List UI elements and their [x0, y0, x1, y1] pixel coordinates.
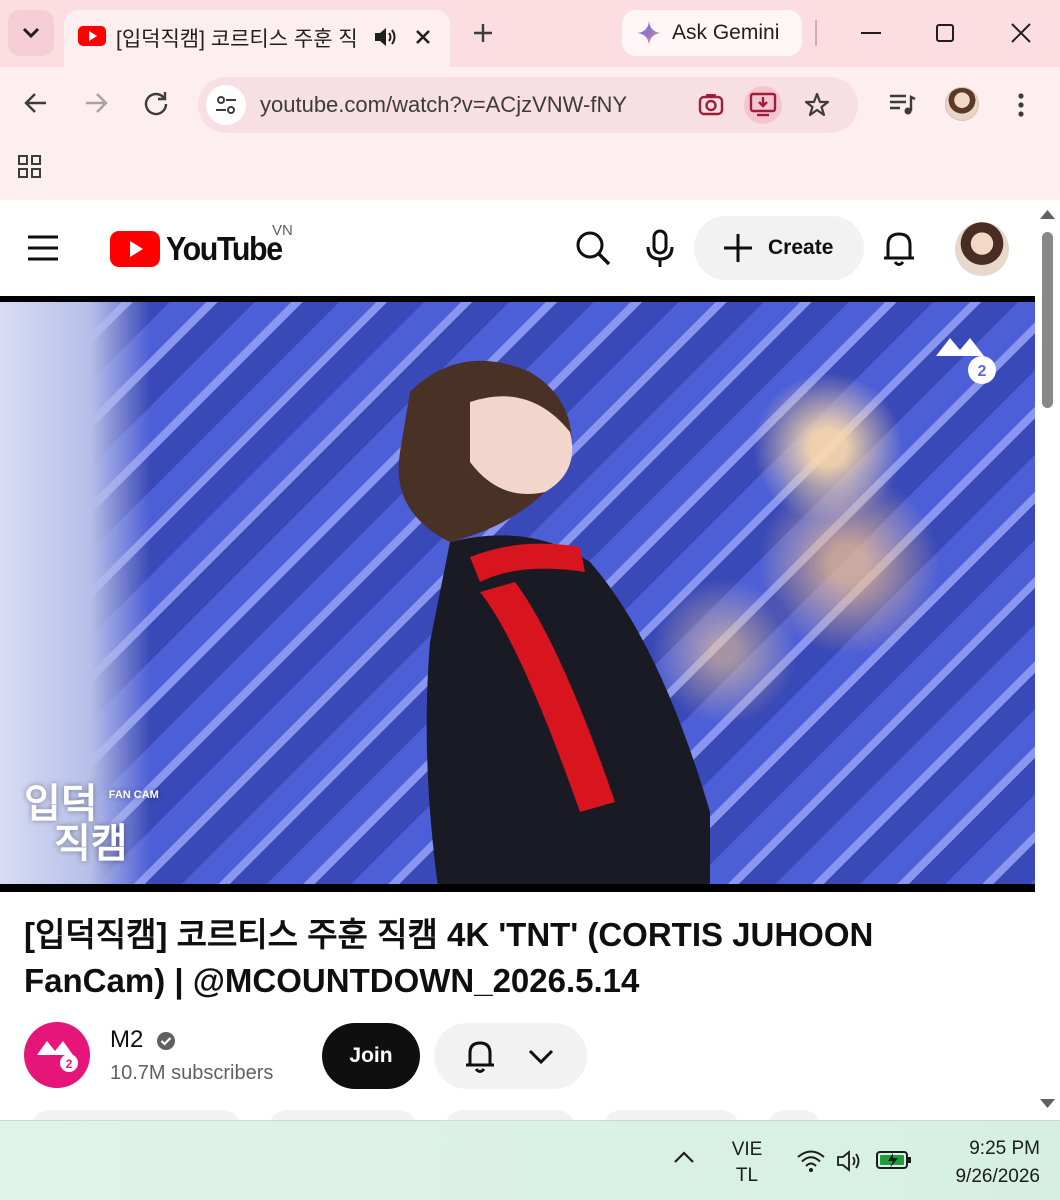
url-text[interactable]: youtube.com/watch?v=ACjzVNW-fNY [260, 92, 627, 118]
browser-chrome: [입덕직캠] 코르티스 주훈 직 Ask Gemini youtube.com/… [0, 0, 1060, 200]
system-clock[interactable]: 9:25 PM 9/26/2026 [930, 1135, 1040, 1191]
ask-gemini-label: Ask Gemini [672, 21, 780, 44]
language-code: VIE [731, 1139, 763, 1160]
chevron-down-icon [528, 1049, 554, 1065]
channel-row: 2 M2 10.7M subscribers Join [24, 1018, 1024, 1092]
address-bar[interactable]: youtube.com/watch?v=ACjzVNW-fNY [198, 77, 858, 133]
video-title: [입덕직캠] 코르티스 주훈 직캠 4K 'TNT' (CORTIS JUHOO… [24, 916, 874, 999]
action-chip[interactable] [30, 1110, 242, 1120]
google-lens-icon [698, 94, 724, 116]
svg-text:2: 2 [978, 363, 987, 380]
install-icon [749, 92, 777, 117]
join-button[interactable]: Join [322, 1023, 420, 1089]
clock-date: 9/26/2026 [955, 1166, 1040, 1187]
subscriber-count: 10.7M subscribers [110, 1062, 274, 1084]
notifications-bell-icon[interactable] [880, 228, 918, 268]
forward-arrow-icon[interactable] [82, 89, 110, 117]
ask-gemini-button[interactable]: Ask Gemini [622, 10, 802, 56]
back-arrow-icon[interactable] [22, 89, 50, 117]
subscription-notification-button[interactable] [434, 1023, 587, 1089]
fancam-watermark: 입덕 FAN CAM 직캠 [24, 784, 159, 864]
video-performer-image [398, 360, 710, 884]
media-playlist-icon[interactable] [888, 91, 916, 117]
star-icon [804, 92, 830, 117]
reload-icon[interactable] [142, 89, 170, 117]
battery-charging-icon[interactable] [876, 1149, 912, 1171]
tab-title: [입덕직캠] 코르티스 주훈 직 [116, 28, 358, 51]
country-code: VN [272, 222, 293, 239]
m2-watermark-logo: 2 [936, 338, 996, 384]
more-vert-icon[interactable] [1012, 91, 1030, 119]
page-scrollbar[interactable] [1035, 200, 1060, 1120]
scroll-down-arrow-icon[interactable] [1039, 1098, 1056, 1110]
create-button[interactable]: Create [694, 216, 864, 280]
windows-taskbar: VIE TL 9:25 PM 9/26/2026 [0, 1120, 1060, 1200]
m2-channel-logo-icon: 2 [37, 1041, 78, 1072]
video-player[interactable]: 2 입덕 FAN CAM 직캠 [0, 296, 1035, 892]
watermark-top-text: 입덕 [24, 782, 98, 826]
tab-strip: [입덕직캠] 코르티스 주훈 직 Ask Gemini [0, 0, 1060, 67]
youtube-logo[interactable]: YouTube [110, 230, 292, 268]
chevron-up-icon[interactable] [672, 1149, 696, 1165]
tune-icon [216, 96, 236, 114]
action-chip[interactable] [444, 1110, 576, 1120]
youtube-icon [78, 26, 106, 46]
close-icon[interactable] [410, 24, 436, 50]
plus-icon [724, 234, 752, 262]
site-info-button[interactable] [206, 85, 246, 125]
action-chip[interactable] [766, 1110, 822, 1120]
bell-icon [466, 1041, 494, 1073]
gemini-sparkle-icon [637, 21, 661, 45]
profile-avatar[interactable] [945, 87, 979, 121]
action-chip[interactable] [268, 1110, 418, 1120]
search-icon[interactable] [574, 229, 612, 267]
input-language-indicator[interactable]: VIE TL [722, 1137, 772, 1189]
minimize-icon[interactable] [856, 16, 886, 50]
window-close-icon[interactable] [1006, 16, 1036, 50]
verified-badge-icon [157, 1032, 175, 1050]
scrollbar-thumb[interactable] [1042, 232, 1053, 408]
lens-search-button[interactable] [692, 86, 730, 124]
scroll-up-arrow-icon[interactable] [1039, 208, 1056, 220]
youtube-play-logo-icon [110, 231, 160, 267]
microphone-icon[interactable] [644, 229, 676, 269]
bookmark-button[interactable] [798, 86, 836, 124]
install-app-button[interactable] [744, 86, 782, 124]
channel-name[interactable]: M2 [110, 1026, 143, 1054]
clock-time: 9:25 PM [969, 1138, 1040, 1159]
browser-toolbar: youtube.com/watch?v=ACjzVNW-fNY [0, 67, 1060, 143]
keyboard-layout-code: TL [735, 1165, 759, 1186]
watermark-tag: FAN CAM [108, 789, 159, 801]
youtube-page: YouTube VN Create 2 입덕 FAN CAM 직캠 [입덕직캠]… [0, 200, 1035, 1120]
speaker-icon[interactable] [372, 24, 398, 50]
create-label: Create [768, 236, 834, 259]
youtube-header: YouTube VN Create [0, 200, 1035, 296]
svg-text:2: 2 [66, 1057, 73, 1071]
new-tab-icon[interactable] [466, 16, 500, 50]
chevron-down-icon [22, 27, 40, 39]
watermark-bottom-text: 직캠 [54, 822, 128, 866]
tabstrip-divider [815, 20, 817, 46]
video-frame[interactable]: 2 입덕 FAN CAM 직캠 [0, 302, 1035, 884]
active-tab[interactable]: [입덕직캠] 코르티스 주훈 직 [64, 10, 450, 67]
apps-grid-icon[interactable] [18, 155, 42, 179]
account-avatar[interactable] [955, 222, 1009, 276]
volume-icon[interactable] [836, 1149, 864, 1173]
channel-avatar[interactable]: 2 [24, 1022, 90, 1088]
hamburger-menu-icon[interactable] [26, 234, 60, 262]
youtube-wordmark: YouTube [166, 230, 283, 267]
maximize-icon[interactable] [930, 16, 960, 50]
tab-search-button[interactable] [8, 10, 54, 56]
wifi-icon[interactable] [796, 1149, 826, 1173]
action-chip[interactable] [602, 1110, 740, 1120]
